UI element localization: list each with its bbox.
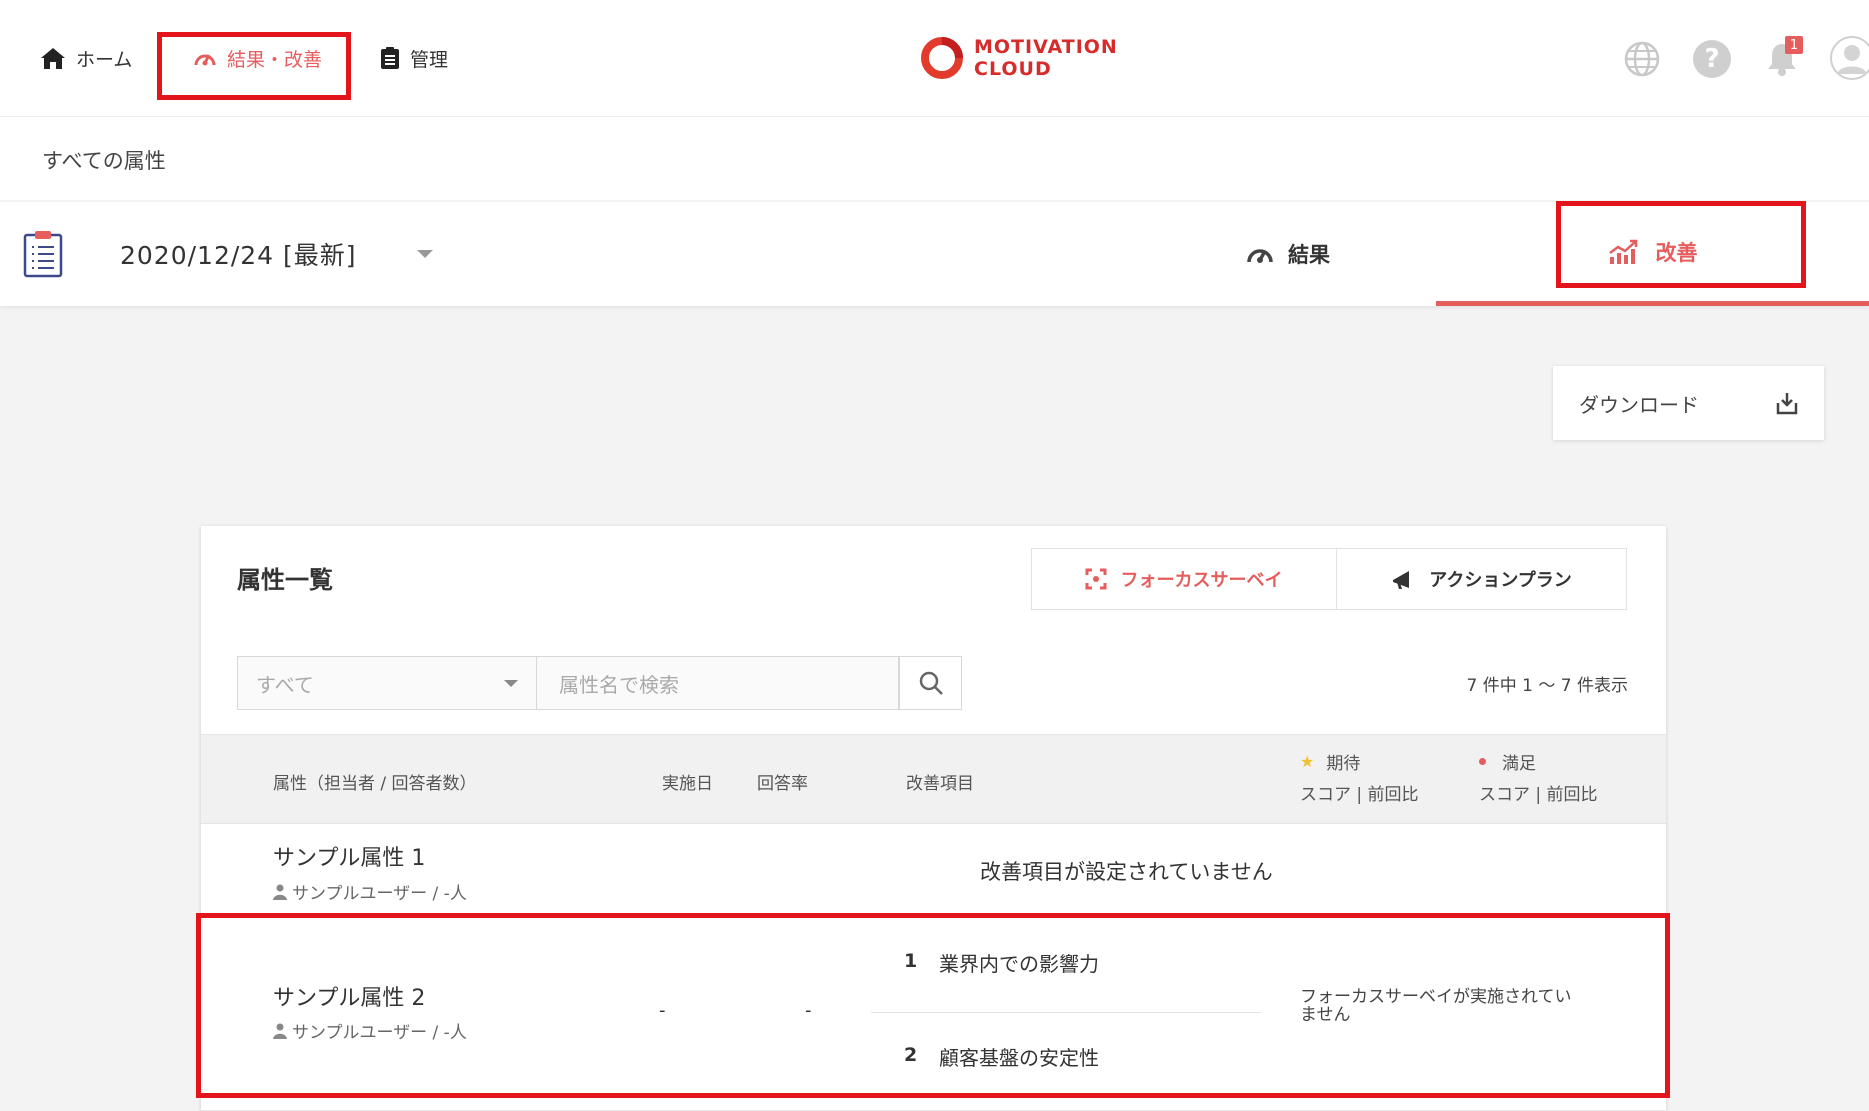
download-button[interactable]: ダウンロード	[1553, 366, 1824, 440]
empty-items-message: 改善項目が設定されていません	[980, 860, 1273, 884]
notification-badge: 1	[1785, 36, 1803, 54]
attribute-owner: サンプルユーザー / -人	[273, 1018, 467, 1043]
improvement-item-number: 1	[904, 950, 918, 972]
gauge-icon	[1247, 249, 1273, 263]
response-rate-value: -	[805, 1000, 812, 1021]
column-response-rate[interactable]: 回答率	[757, 769, 808, 794]
notification-button[interactable]: 1	[1763, 36, 1803, 78]
tab-improve[interactable]: 改善	[1436, 202, 1869, 306]
attribute-name[interactable]: サンプル属性 1	[273, 840, 425, 872]
attribute-name[interactable]: サンプル属性 2	[273, 980, 425, 1012]
attribute-list-panel: 属性一覧 フォーカスサーベイ アクションプラン すべて 属性名で検索 7 件中 …	[201, 526, 1666, 1111]
column-date[interactable]: 実施日	[662, 769, 713, 794]
panel-title: 属性一覧	[237, 566, 333, 594]
dot-icon	[1479, 758, 1486, 765]
nav-home[interactable]: ホーム	[40, 0, 132, 116]
caret-down-icon	[416, 250, 433, 258]
nav-results-improve[interactable]: 結果・改善	[193, 0, 322, 116]
action-plan-label: アクションプラン	[1429, 570, 1572, 591]
tab-improve-label: 改善	[1655, 240, 1698, 265]
caret-down-icon	[504, 679, 518, 687]
search-icon	[919, 671, 943, 695]
survey-list-icon	[23, 231, 63, 278]
motivation-cloud-logo[interactable]: MOTIVATION CLOUD	[920, 36, 1118, 80]
tab-results-label: 結果	[1288, 243, 1330, 267]
help-button[interactable]: ?	[1693, 40, 1731, 78]
user-avatar-icon	[1837, 45, 1867, 74]
column-satisfaction-label: 満足	[1502, 754, 1536, 774]
column-expectation-label: 期待	[1326, 754, 1361, 774]
user-avatar[interactable]	[1830, 36, 1869, 80]
improvement-item-label[interactable]: 顧客基盤の安定性	[939, 1042, 1099, 1071]
language-button[interactable]	[1623, 40, 1661, 78]
item-divider	[871, 1012, 1261, 1013]
focus-survey-status: フォーカスサーベイが実施されてい ません	[1300, 988, 1572, 1024]
nav-home-label: ホーム	[76, 48, 133, 71]
attribute-filter-select[interactable]: すべて	[237, 656, 537, 710]
home-icon	[41, 48, 65, 69]
breadcrumb[interactable]: すべての属性	[42, 145, 166, 175]
top-navigation: ホーム 結果・改善 管理 MOTIVATION CLOUD ? 1	[0, 0, 1869, 116]
person-icon	[273, 1023, 287, 1039]
attribute-owner: サンプルユーザー / -人	[273, 879, 467, 904]
survey-date-value: -	[659, 1000, 666, 1021]
logo-ring-icon	[921, 37, 963, 79]
column-satisfaction[interactable]: 満足	[1479, 749, 1536, 774]
attribute-filter-value: すべて	[256, 672, 314, 697]
survey-date-label: 2020/12/24 [最新]	[120, 241, 357, 270]
attribute-search-placeholder: 属性名で検索	[559, 672, 679, 697]
table-row[interactable]: サンプル属性 1 サンプルユーザー / -人 改善項目が設定されていません	[201, 824, 1666, 914]
focus-survey-status-line1: フォーカスサーベイが実施されてい	[1300, 987, 1572, 1007]
download-label: ダウンロード	[1579, 392, 1699, 417]
search-button[interactable]	[899, 656, 962, 710]
attribute-owner-text: サンプルユーザー / -人	[292, 884, 467, 904]
attribute-owner-text: サンプルユーザー / -人	[292, 1023, 467, 1043]
nav-manage-label: 管理	[410, 48, 449, 71]
improvement-item-number: 2	[904, 1044, 918, 1066]
table-row[interactable]: サンプル属性 2 サンプルユーザー / -人 - - 1 業界内での影響力 2 …	[201, 914, 1666, 1111]
nav-manage[interactable]: 管理	[380, 0, 448, 116]
focus-survey-button[interactable]: フォーカスサーベイ	[1031, 548, 1336, 610]
column-expectation[interactable]: ★ 期待	[1300, 749, 1360, 774]
logo-text-line2: CLOUD	[974, 58, 1052, 80]
survey-date-select[interactable]: 2020/12/24 [最新]	[120, 236, 433, 272]
tab-results[interactable]: 結果	[1143, 202, 1433, 306]
gauge-icon	[194, 54, 216, 66]
person-icon	[273, 884, 287, 900]
focus-survey-label: フォーカスサーベイ	[1120, 570, 1283, 591]
star-icon: ★	[1300, 752, 1315, 771]
breadcrumb-bar: すべての属性	[0, 116, 1869, 200]
nav-results-improve-label: 結果・改善	[227, 48, 323, 71]
logo-text-line1: MOTIVATION	[974, 36, 1118, 58]
column-attribute[interactable]: 属性（担当者 / 回答者数）	[273, 769, 477, 794]
table-header: 属性（担当者 / 回答者数） 実施日 回答率 改善項目 ★ 期待 スコア | 前…	[201, 734, 1666, 824]
attribute-search-input[interactable]: 属性名で検索	[537, 656, 899, 710]
clipboard-icon	[381, 47, 399, 69]
trend-chart-icon	[1608, 239, 1637, 264]
action-plan-button[interactable]: アクションプラン	[1336, 548, 1627, 610]
megaphone-icon	[1393, 571, 1410, 589]
column-expectation-sub: スコア | 前回比	[1300, 785, 1419, 805]
improvement-item-label[interactable]: 業界内での影響力	[939, 948, 1099, 977]
question-icon: ?	[1704, 44, 1720, 74]
download-icon	[1776, 393, 1798, 415]
column-satisfaction-sub: スコア | 前回比	[1479, 785, 1598, 805]
focus-icon	[1085, 568, 1106, 590]
survey-tab-bar: 2020/12/24 [最新] 結果 改善	[0, 202, 1869, 306]
focus-survey-status-line2: ません	[1300, 1005, 1351, 1025]
result-count: 7 件中 1 ～ 7 件表示	[1466, 676, 1628, 696]
column-improvement-items: 改善項目	[906, 774, 974, 794]
globe-icon	[1624, 41, 1660, 77]
